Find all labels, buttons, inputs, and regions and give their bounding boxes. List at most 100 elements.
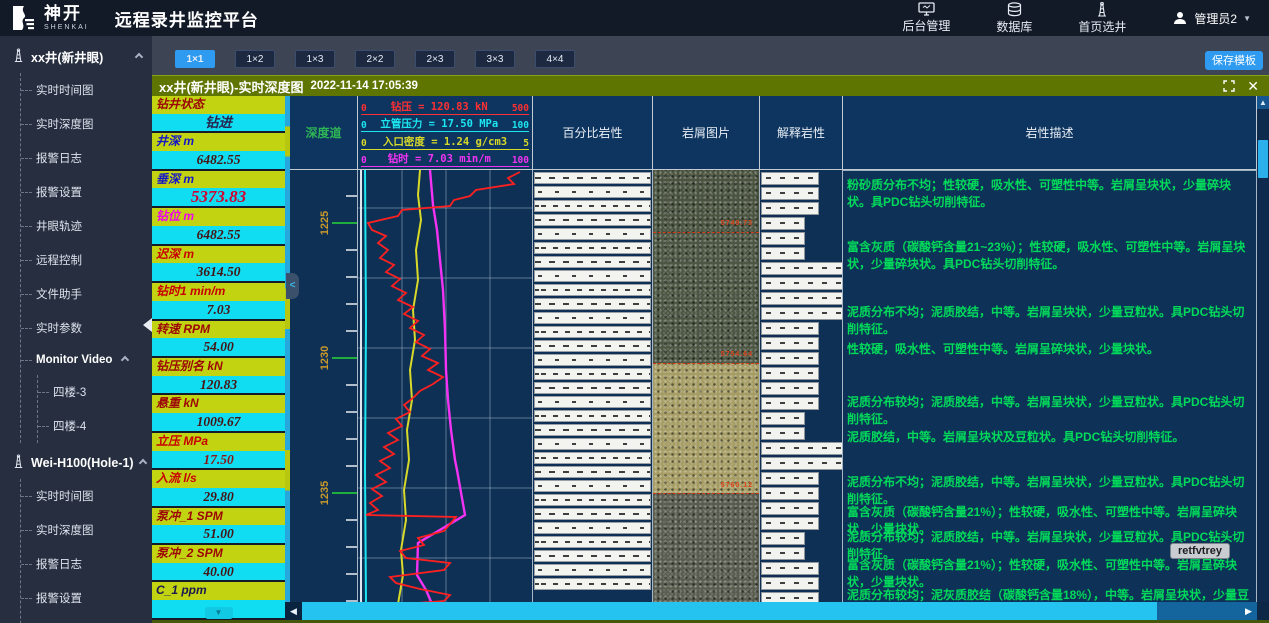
- lithology-percent-row: [534, 452, 651, 464]
- user-name: 管理员2: [1194, 10, 1237, 27]
- lithology-dash-pattern: [762, 462, 843, 464]
- lithology-percent-row: [534, 494, 651, 506]
- sidebar-item-实时时间图[interactable]: 实时时间图: [21, 73, 152, 107]
- interpreted-lithology-bar: [761, 292, 843, 305]
- vertical-scrollbar[interactable]: ▲: [1257, 96, 1269, 602]
- parameter-group: 泵冲_2 SPM40.00: [152, 545, 285, 582]
- sidebar-item-报警设置[interactable]: 报警设置: [21, 581, 152, 615]
- lithology-dash-pattern: [535, 177, 650, 179]
- sidebar-item-井眼轨迹[interactable]: 井眼轨迹: [21, 615, 152, 623]
- lithology-dash-pattern: [535, 303, 650, 305]
- photo-depth-mark: 5760.12: [721, 482, 753, 489]
- lithology-percent-row: [534, 508, 651, 520]
- layout-button-2x3[interactable]: 2×3: [415, 50, 455, 68]
- expand-icon[interactable]: [1223, 80, 1235, 92]
- interpreted-lithology-bar: [761, 202, 819, 215]
- photo-depth-mark: 5754.64: [721, 351, 753, 358]
- parameter-label: C_1 ppm: [152, 582, 285, 600]
- legend-min-value: 0: [361, 120, 367, 131]
- parameter-label: 泵冲_2 SPM: [152, 545, 285, 563]
- hover-tooltip: retfvtrey: [1170, 543, 1230, 559]
- sidebar-well-node[interactable]: xx井(新井眼): [0, 36, 152, 73]
- sidebar-item-远程控制[interactable]: 远程控制: [21, 243, 152, 277]
- parameter-group: 入流 l/s29.80: [152, 470, 285, 507]
- vertical-scroll-thumb[interactable]: [1258, 140, 1268, 178]
- interpreted-lithology-bar: [761, 397, 819, 410]
- horizontal-scroll-thumb[interactable]: [302, 602, 1157, 620]
- sidebar-item-四楼-4[interactable]: 四楼-4: [38, 409, 152, 443]
- monitor-icon: [918, 2, 935, 16]
- scroll-left-arrow-icon[interactable]: ◀: [285, 602, 302, 620]
- parameter-label: 泵冲_1 SPM: [152, 508, 285, 526]
- sidebar-well-node[interactable]: Wei-H100(Hole-1): [0, 443, 152, 479]
- lithology-dash-pattern: [762, 282, 843, 284]
- chevron-up-icon[interactable]: [135, 52, 143, 60]
- save-template-button[interactable]: 保存模板: [1205, 51, 1263, 70]
- sidebar-item-文件助手[interactable]: 文件助手: [21, 277, 152, 311]
- params-scroll-down-icon[interactable]: ▼: [205, 607, 233, 619]
- derrick-icon: [12, 48, 25, 66]
- lithology-dash-pattern: [535, 555, 650, 557]
- lithology-dash-pattern: [535, 289, 650, 291]
- parameter-group: 立压 MPa17.50: [152, 433, 285, 470]
- sidebar-item-报警日志[interactable]: 报警日志: [21, 141, 152, 175]
- parameter-group: 钻位 m6482.55: [152, 208, 285, 245]
- lithology-percent-row: [534, 284, 651, 296]
- layout-button-3x3[interactable]: 3×3: [475, 50, 515, 68]
- lithology-percent-row: [534, 200, 651, 212]
- user-menu[interactable]: 管理员2 ▼: [1172, 10, 1251, 27]
- track-collapse-tab[interactable]: <: [286, 273, 299, 299]
- sidebar-item-报警设置[interactable]: 报警设置: [21, 175, 152, 209]
- legend-curve-text: 入口密度 = 1.24 g/cm3: [383, 134, 507, 149]
- interpreted-lithology-bar: [761, 442, 843, 455]
- curve-legend-row: 0钻时 = 7.03 min/m100: [361, 151, 529, 167]
- interpreted-lithology-bar: [761, 487, 819, 500]
- interpreted-lithology-bar: [761, 322, 819, 335]
- lithology-dash-pattern: [535, 471, 650, 473]
- parameter-value: 120.83: [152, 376, 285, 394]
- lithology-dash-pattern: [535, 331, 650, 333]
- layout-button-2x2[interactable]: 2×2: [355, 50, 395, 68]
- interpreted-lithology-bar: [761, 562, 819, 575]
- sidebar-item-报警日志[interactable]: 报警日志: [21, 547, 152, 581]
- lithology-dash-pattern: [762, 432, 804, 434]
- menu-backend-admin[interactable]: 后台管理: [902, 2, 950, 34]
- lithology-dash-pattern: [535, 275, 650, 277]
- cuttings-photo-column: 5749.735754.645760.12: [653, 170, 760, 602]
- sidebar-item-实时深度图[interactable]: 实时深度图: [21, 107, 152, 141]
- menu-home-well-select[interactable]: 首页选井: [1078, 2, 1126, 35]
- legend-min-value: 0: [361, 103, 367, 114]
- sidebar-item-实时参数[interactable]: 实时参数: [21, 311, 152, 345]
- layout-button-1x1[interactable]: 1×1: [175, 50, 215, 68]
- close-icon[interactable]: ✕: [1247, 79, 1259, 93]
- layout-button-1x2[interactable]: 1×2: [235, 50, 275, 68]
- sidebar-item-实时时间图[interactable]: 实时时间图: [21, 479, 152, 513]
- sidebar-collapse-arrow-icon[interactable]: [143, 318, 152, 332]
- scroll-right-arrow-icon[interactable]: ▶: [1240, 602, 1257, 620]
- lithology-percent-row: [534, 228, 651, 240]
- scroll-up-arrow-icon[interactable]: ▲: [1257, 96, 1269, 109]
- lithology-dash-pattern: [762, 357, 818, 359]
- interpreted-lithology-header: 解释岩性: [760, 96, 843, 170]
- parameter-label: 垂深 m: [152, 171, 285, 189]
- interpreted-lithology-bar: [761, 457, 843, 470]
- layout-button-4x4[interactable]: 4×4: [535, 50, 575, 68]
- curve-legend-row: 0入口密度 = 1.24 g/cm35: [361, 134, 529, 150]
- horizontal-scrollbar[interactable]: ◀ ▶: [285, 602, 1257, 620]
- lithology-dash-pattern: [762, 447, 843, 449]
- lithology-dash-pattern: [762, 177, 818, 179]
- lithology-description-row: 粉砂质分布不均；性较硬，吸水性、可塑性中等。岩屑呈块状，少量碎块状。具PDC钻头…: [843, 177, 1252, 211]
- chevron-up-icon[interactable]: [138, 459, 146, 467]
- lithology-dash-pattern: [762, 477, 818, 479]
- sidebar-item-四楼-3[interactable]: 四楼-3: [38, 375, 152, 409]
- lithology-dash-pattern: [762, 492, 818, 494]
- menu-database[interactable]: 数据库: [996, 2, 1032, 35]
- derrick-icon: [12, 454, 25, 472]
- main-area: 1×11×21×32×22×33×34×4 保存模板 xx井(新井眼)-实时深度…: [152, 36, 1269, 623]
- sidebar-item-monitor-video[interactable]: Monitor Video: [21, 345, 152, 375]
- sidebar-item-实时深度图[interactable]: 实时深度图: [21, 513, 152, 547]
- sidebar-item-井眼轨迹[interactable]: 井眼轨迹: [21, 209, 152, 243]
- layout-button-1x3[interactable]: 1×3: [295, 50, 335, 68]
- legend-curve-text: 钻时 = 7.03 min/m: [388, 151, 491, 166]
- chevron-up-icon[interactable]: [121, 356, 129, 364]
